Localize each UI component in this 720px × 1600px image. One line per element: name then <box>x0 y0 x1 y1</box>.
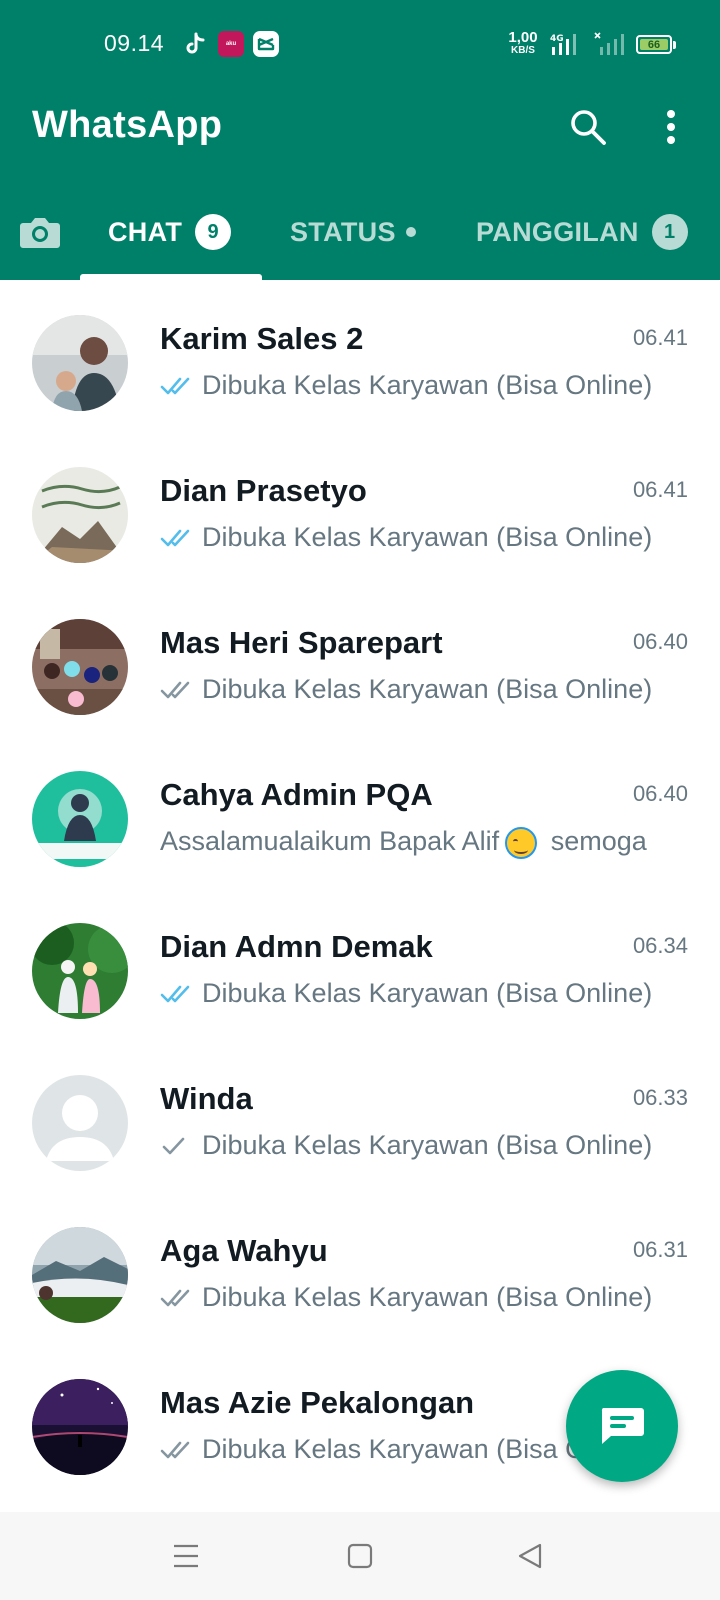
preview-text: Dibuka Kelas Karyawan (Bisa Online) <box>202 1130 653 1160</box>
search-button[interactable] <box>566 105 610 149</box>
speed-unit: KB/S <box>511 45 535 56</box>
avatar <box>32 771 128 867</box>
status-bar: 09.14 aku 1,00 KB/S 4G 66 <box>0 0 720 90</box>
chat-time: 06.41 <box>632 325 688 350</box>
unread-count-badge: 9 <box>195 214 232 250</box>
preview-text: Dibuka Kelas Karyawan (Bisa Online) <box>202 370 653 400</box>
new-chat-icon <box>601 1408 644 1444</box>
tab-chat[interactable]: CHAT 9 <box>108 210 232 254</box>
app-header: 09.14 aku 1,00 KB/S 4G 66 WhatsApp CHAT … <box>0 0 720 280</box>
more-options-button[interactable] <box>656 105 686 149</box>
avatar <box>32 1379 128 1475</box>
system-navigation-bar <box>0 1512 720 1600</box>
chat-name: Cahya Admin PQA <box>160 777 433 812</box>
status-update-dot <box>405 227 416 237</box>
home-button[interactable] <box>338 1534 382 1578</box>
tiktok-icon <box>183 30 207 58</box>
chat-preview: Dibuka Kelas Karyawan (Bisa Online) <box>160 522 670 553</box>
chat-preview: Dibuka Kelas Karyawan (Bisa Online) <box>160 370 670 401</box>
tab-bar: CHAT 9 STATUS PANGGILAN 1 <box>0 190 720 280</box>
status-time: 09.14 <box>104 30 165 56</box>
signal-4g-icon: 4G <box>550 30 584 58</box>
double-check-delivered-icon <box>160 1438 198 1462</box>
preview-text: Dibuka Kelas Karyawan (Bisa Online) <box>202 978 653 1008</box>
app-title: WhatsApp <box>32 104 223 146</box>
chat-preview: Assalamualaikum Bapak Alif semoga <box>160 826 670 859</box>
double-check-read-icon <box>160 982 198 1006</box>
preview-text: Dibuka Kelas Karyawan (Bisa Online) <box>202 674 653 704</box>
chat-list: Karim Sales 2 06.41 Dibuka Kelas Karyawa… <box>0 280 720 1510</box>
chat-time: 06.40 <box>632 781 688 806</box>
chat-row[interactable]: Dian Prasetyo 06.41 Dibuka Kelas Karyawa… <box>0 432 720 584</box>
recents-button[interactable] <box>164 1534 208 1578</box>
avatar <box>32 1227 128 1323</box>
avatar <box>32 619 128 715</box>
avatar-placeholder-icon <box>32 1075 128 1171</box>
missed-calls-badge: 1 <box>651 214 688 250</box>
preview-text-part: Assalamualaikum Bapak Alif <box>160 826 500 856</box>
chat-time: 06.33 <box>632 1085 688 1110</box>
chat-time: 06.34 <box>632 933 688 958</box>
tab-calls-label: PANGGILAN <box>476 216 639 247</box>
avatar <box>32 923 128 1019</box>
signal-sim2-icon <box>594 30 626 58</box>
chat-preview: Dibuka Kelas Karyawan (Bisa Online) <box>160 674 670 705</box>
chat-row[interactable]: Winda 06.33 Dibuka Kelas Karyawan (Bisa … <box>0 1040 720 1192</box>
camera-icon <box>20 218 60 248</box>
chat-row[interactable]: Mas Heri Sparepart 06.40 Dibuka Kelas Ka… <box>0 584 720 736</box>
chat-time: 06.40 <box>632 629 688 654</box>
home-square-icon <box>347 1543 373 1569</box>
new-chat-button[interactable] <box>566 1370 678 1482</box>
search-icon <box>571 110 606 145</box>
tab-camera[interactable] <box>16 210 64 254</box>
double-check-delivered-icon <box>160 1286 198 1310</box>
double-check-delivered-icon <box>160 678 198 702</box>
speed-value: 1,00 <box>508 29 538 46</box>
battery-level: 66 <box>640 39 668 51</box>
chat-preview: Dibuka Kelas Karyawan (Bisa Online) <box>160 1282 670 1313</box>
tab-calls[interactable]: PANGGILAN 1 <box>476 210 688 254</box>
svg-text:4G: 4G <box>550 34 564 44</box>
chat-name: Mas Heri Sparepart <box>160 625 443 660</box>
smiling-halo-emoji-icon <box>505 826 538 859</box>
back-triangle-icon <box>518 1543 542 1569</box>
chat-row[interactable]: Dian Admn Demak 06.34 Dibuka Kelas Karya… <box>0 888 720 1040</box>
preview-text: Dibuka Kelas Karyawan (Bisa Online) <box>202 522 653 552</box>
chat-row[interactable]: Cahya Admin PQA 06.40 Assalamualaikum Ba… <box>0 736 720 888</box>
chat-preview: Dibuka Kelas Karyawan (Bisa Online) <box>160 1130 670 1161</box>
chat-row[interactable]: Aga Wahyu 06.31 Dibuka Kelas Karyawan (B… <box>0 1192 720 1344</box>
avatar <box>32 315 128 411</box>
chat-time: 06.41 <box>632 477 688 502</box>
chat-name: Dian Admn Demak <box>160 929 433 964</box>
tab-status-label: STATUS <box>290 216 396 247</box>
double-check-read-icon <box>160 374 198 398</box>
chat-row[interactable]: Karim Sales 2 06.41 Dibuka Kelas Karyawa… <box>0 280 720 432</box>
battery-icon: 66 <box>636 35 676 54</box>
chat-name: Mas Azie Pekalongan <box>160 1385 475 1420</box>
chat-name: Winda <box>160 1081 253 1116</box>
back-button[interactable] <box>508 1534 552 1578</box>
double-check-read-icon <box>160 526 198 550</box>
network-speed: 1,00 KB/S <box>505 30 541 56</box>
chat-name: Karim Sales 2 <box>160 321 364 356</box>
preview-text-part: semoga <box>550 826 647 856</box>
tab-status[interactable]: STATUS <box>290 210 416 254</box>
capcut-icon <box>253 31 279 57</box>
preview-text: Assalamualaikum Bapak Alif semoga <box>160 826 647 859</box>
chat-time: 06.31 <box>632 1237 688 1262</box>
akulaku-icon: aku <box>218 31 244 57</box>
chat-name: Dian Prasetyo <box>160 473 367 508</box>
more-vert-icon <box>667 110 675 144</box>
avatar <box>32 467 128 563</box>
tab-chat-label: CHAT <box>108 216 183 247</box>
recents-menu-icon <box>174 1544 198 1568</box>
chat-name: Aga Wahyu <box>160 1233 328 1268</box>
preview-text: Dibuka Kelas Karyawan (Bisa Online) <box>202 1282 653 1312</box>
single-check-sent-icon <box>160 1134 198 1158</box>
chat-preview: Dibuka Kelas Karyawan (Bisa Online) <box>160 978 670 1009</box>
